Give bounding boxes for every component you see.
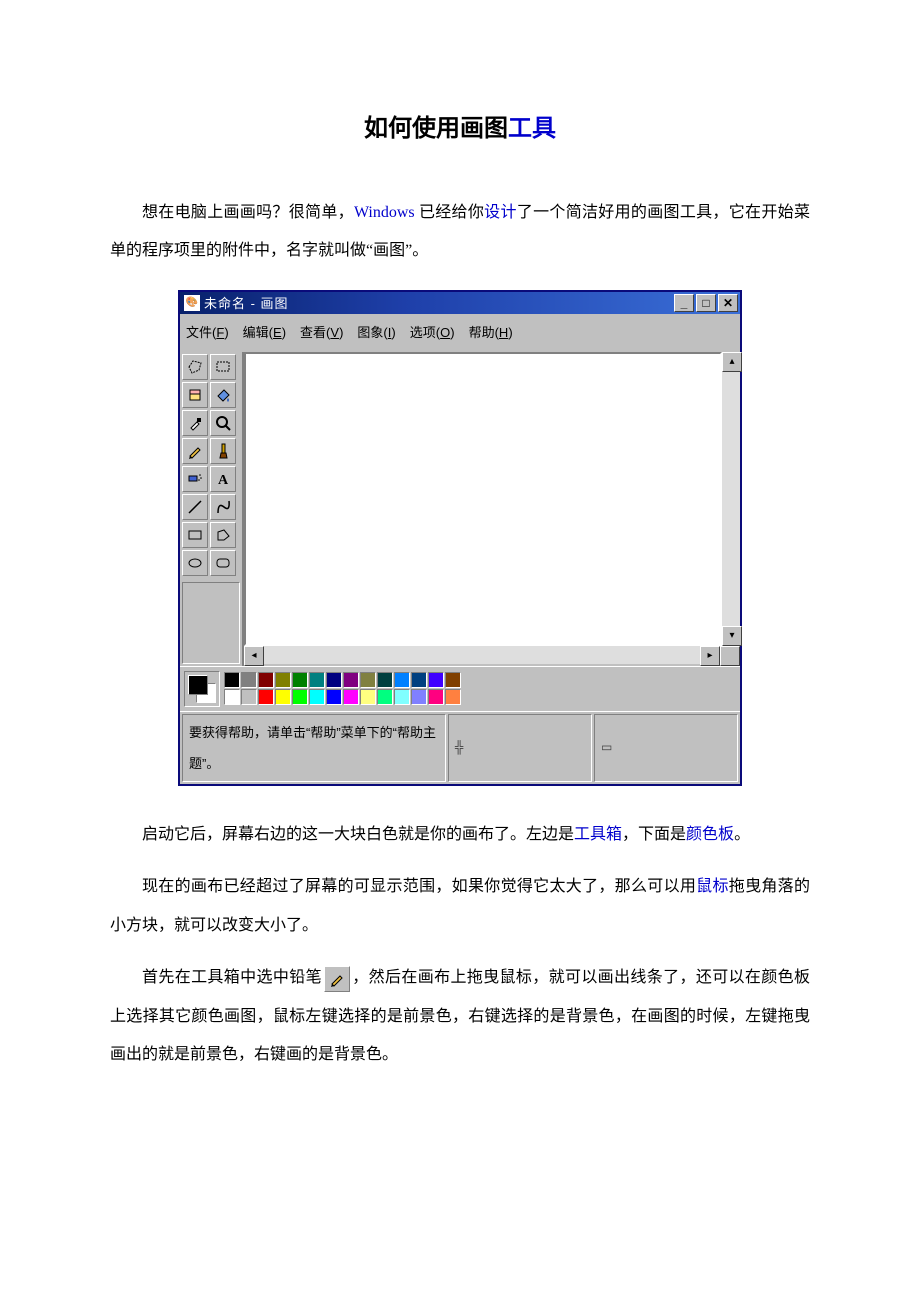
color-swatch[interactable]	[258, 689, 274, 705]
color-swatch[interactable]	[360, 689, 376, 705]
tool-ellipse[interactable]	[182, 550, 208, 576]
size-icon: ▭	[601, 733, 612, 762]
menu-help[interactable]: 帮助(H)	[469, 317, 513, 348]
color-swatch[interactable]	[326, 672, 342, 688]
scroll-left-icon[interactable]: ◂	[244, 646, 264, 666]
tool-line[interactable]	[182, 494, 208, 520]
scroll-corner	[720, 646, 740, 666]
svg-text:A: A	[218, 473, 229, 488]
status-size: ▭	[594, 714, 738, 782]
paragraph-4: 首先在工具箱中选中铅笔，然后在画布上拖曳鼠标，就可以画出线条了，还可以在颜色板上…	[110, 959, 810, 1074]
tool-text[interactable]: A	[210, 466, 236, 492]
paint-screenshot: 🎨 未命名 - 画图 _ □ ✕ 文件(F) 编辑(E) 查看(V) 图象(I)…	[110, 290, 810, 786]
color-swatch[interactable]	[445, 672, 461, 688]
menubar: 文件(F) 编辑(E) 查看(V) 图象(I) 选项(O) 帮助(H)	[180, 314, 740, 351]
horizontal-scrollbar[interactable]: ◂ ▸	[244, 646, 720, 664]
scroll-right-icon[interactable]: ▸	[700, 646, 720, 666]
tool-curve[interactable]	[210, 494, 236, 520]
color-palette-row	[180, 666, 740, 711]
color-swatch[interactable]	[411, 672, 427, 688]
title-link[interactable]: 工具	[508, 115, 556, 142]
scroll-up-icon[interactable]: ▴	[722, 352, 742, 372]
color-swatch[interactable]	[309, 689, 325, 705]
statusbar: 要获得帮助，请单击“帮助”菜单下的“帮助主题”。 ╬ ▭	[180, 711, 740, 784]
tool-options	[182, 582, 240, 664]
paragraph-2: 启动它后，屏幕右边的这一大块白色就是你的画布了。左边是工具箱，下面是颜色板。	[110, 816, 810, 854]
tool-pencil[interactable]	[182, 438, 208, 464]
menu-image[interactable]: 图象(I)	[357, 317, 395, 348]
color-swatch[interactable]	[275, 672, 291, 688]
color-swatch[interactable]	[343, 689, 359, 705]
color-swatch[interactable]	[275, 689, 291, 705]
color-swatch[interactable]	[428, 689, 444, 705]
menu-edit[interactable]: 编辑(E)	[243, 317, 286, 348]
app-icon: 🎨	[184, 295, 200, 311]
menu-options[interactable]: 选项(O)	[410, 317, 455, 348]
paint-window: 🎨 未命名 - 画图 _ □ ✕ 文件(F) 编辑(E) 查看(V) 图象(I)…	[178, 290, 742, 786]
color-swatch[interactable]	[445, 689, 461, 705]
menu-view[interactable]: 查看(V)	[300, 317, 343, 348]
tool-eraser[interactable]	[182, 382, 208, 408]
color-swatch[interactable]	[360, 672, 376, 688]
tool-magnifier[interactable]	[210, 410, 236, 436]
color-palette	[224, 672, 461, 705]
link-windows[interactable]: Windows	[354, 204, 415, 221]
canvas[interactable]	[244, 352, 722, 646]
tool-rounded-rect[interactable]	[210, 550, 236, 576]
link-palette[interactable]: 颜色板	[686, 826, 734, 843]
link-toolbox[interactable]: 工具箱	[574, 826, 622, 843]
paragraph-3: 现在的画布已经超过了屏幕的可显示范围，如果你觉得它太大了，那么可以用鼠标拖曳角落…	[110, 868, 810, 945]
color-swatch[interactable]	[377, 672, 393, 688]
color-swatch[interactable]	[428, 672, 444, 688]
foreground-color-swatch[interactable]	[188, 675, 208, 695]
minimize-button[interactable]: _	[674, 294, 694, 312]
scroll-down-icon[interactable]: ▾	[722, 626, 742, 646]
tool-rect-select[interactable]	[210, 354, 236, 380]
color-swatch[interactable]	[241, 689, 257, 705]
color-swatch[interactable]	[258, 672, 274, 688]
color-swatch[interactable]	[326, 689, 342, 705]
inline-pencil-icon	[324, 966, 350, 992]
tool-airbrush[interactable]	[182, 466, 208, 492]
tool-brush[interactable]	[210, 438, 236, 464]
title-text: 如何使用画图	[364, 115, 508, 142]
tool-picker[interactable]	[182, 410, 208, 436]
color-swatch[interactable]	[292, 672, 308, 688]
window-title: 未命名 - 画图	[204, 288, 289, 319]
color-swatch[interactable]	[377, 689, 393, 705]
tool-free-select[interactable]	[182, 354, 208, 380]
color-swatch[interactable]	[224, 689, 240, 705]
status-text: 要获得帮助，请单击“帮助”菜单下的“帮助主题”。	[182, 714, 446, 782]
link-mouse[interactable]: 鼠标	[696, 878, 729, 895]
color-swatch[interactable]	[411, 689, 427, 705]
color-swatch[interactable]	[241, 672, 257, 688]
close-button[interactable]: ✕	[718, 294, 738, 312]
tool-polygon[interactable]	[210, 522, 236, 548]
toolbox: A	[180, 352, 243, 666]
cursor-pos-icon: ╬	[455, 733, 464, 762]
color-swatch[interactable]	[224, 672, 240, 688]
maximize-button[interactable]: □	[696, 294, 716, 312]
link-design[interactable]: 设计	[484, 204, 517, 221]
tool-fill[interactable]	[210, 382, 236, 408]
tool-rectangle[interactable]	[182, 522, 208, 548]
current-colors[interactable]	[184, 671, 220, 707]
color-swatch[interactable]	[343, 672, 359, 688]
status-pos: ╬	[448, 714, 592, 782]
page-title: 如何使用画图工具	[110, 100, 810, 158]
vertical-scrollbar[interactable]: ▴ ▾	[722, 352, 740, 646]
color-swatch[interactable]	[309, 672, 325, 688]
menu-file[interactable]: 文件(F)	[186, 317, 229, 348]
color-swatch[interactable]	[394, 672, 410, 688]
paragraph-1: 想在电脑上画画吗？很简单，Windows 已经给你设计了一个简洁好用的画图工具，…	[110, 194, 810, 271]
color-swatch[interactable]	[394, 689, 410, 705]
color-swatch[interactable]	[292, 689, 308, 705]
titlebar: 🎨 未命名 - 画图 _ □ ✕	[180, 292, 740, 314]
